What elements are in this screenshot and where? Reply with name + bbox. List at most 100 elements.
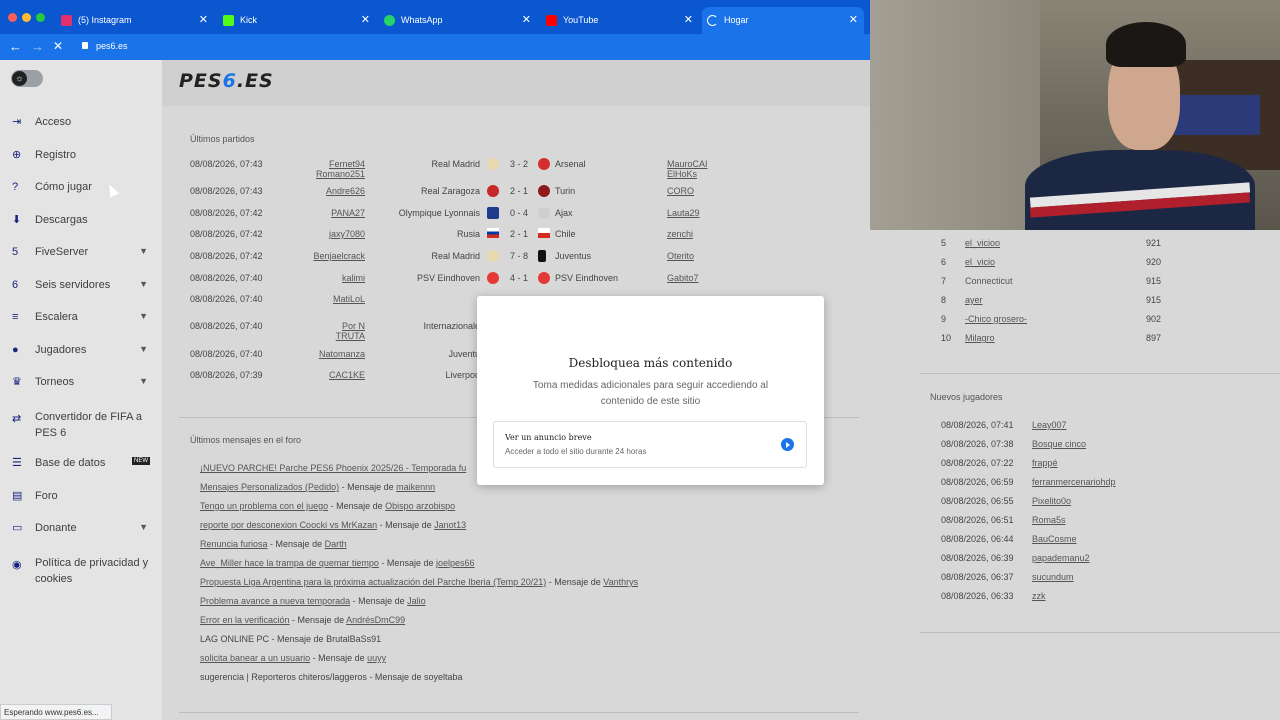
player-link[interactable]: CAC1KE xyxy=(310,370,365,380)
minimize-window-button[interactable] xyxy=(22,13,31,22)
database-icon: ☰ xyxy=(12,457,22,469)
maximize-window-button[interactable] xyxy=(36,13,45,22)
new-badge: NEW xyxy=(132,457,150,465)
forum-post[interactable]: Ave_Miller hace la trampa de quemar tiem… xyxy=(200,558,475,568)
team-badge-icon xyxy=(538,185,550,197)
tab-label: YouTube xyxy=(563,15,599,25)
sidebar-item-acceso[interactable]: ⇥ Acceso xyxy=(0,107,162,137)
player-link[interactable]: Gabito7 xyxy=(667,273,699,283)
divider xyxy=(179,712,859,713)
player-link[interactable]: ElHoKs xyxy=(667,169,697,179)
forum-post[interactable]: Problema avance a nueva temporada - Mens… xyxy=(200,596,426,606)
site-header: PES6.ES xyxy=(162,60,870,106)
sidebar-item-base-de-datos[interactable]: ☰ Base de datos NEW xyxy=(0,448,162,478)
player-link[interactable]: zzk xyxy=(1032,591,1046,601)
sidebar-item-fiveserver[interactable]: 5 FiveServer ▼ xyxy=(0,237,162,267)
player-link[interactable]: CORO xyxy=(667,186,694,196)
tab-hogar[interactable]: Hogar ✕ xyxy=(702,7,864,34)
forum-post[interactable]: Mensajes Personalizados (Pedido) - Mensa… xyxy=(200,482,435,492)
team-badge-icon xyxy=(538,250,546,262)
player-link[interactable]: papademanu2 xyxy=(1032,553,1090,563)
instagram-icon xyxy=(61,15,72,26)
site-logo[interactable]: PES6.ES xyxy=(179,70,274,92)
watch-ad-option[interactable]: Ver un anuncio breve Acceder a todo el s… xyxy=(493,421,807,468)
forum-post[interactable]: LAG ONLINE PC - Mensaje de BrutalBaSs91 xyxy=(200,634,381,644)
player-link[interactable]: Fernet94 xyxy=(310,159,365,169)
close-tab-icon[interactable]: ✕ xyxy=(522,7,531,34)
forum-post[interactable]: Error en la verificación - Mensaje de An… xyxy=(200,615,405,625)
close-tab-icon[interactable]: ✕ xyxy=(199,7,208,34)
player-link[interactable]: jaxy7080 xyxy=(310,229,365,239)
sidebar-item-convertidor[interactable]: ⇄ Convertidor de FIFA a PES 6 xyxy=(0,400,162,440)
forum-post[interactable]: Tengo un problema con el juego - Mensaje… xyxy=(200,501,455,511)
player-link[interactable]: Romano251 xyxy=(310,169,365,179)
tab-instagram[interactable]: (5) Instagram ✕ xyxy=(56,7,214,34)
player-link[interactable]: ayer xyxy=(965,295,983,305)
player-link[interactable]: Roma5s xyxy=(1032,515,1066,525)
player-link[interactable]: ferranmercenariohdp xyxy=(1032,477,1116,487)
sidebar-item-foro[interactable]: ▤ Foro xyxy=(0,481,162,511)
trophy-icon: ♛ xyxy=(12,376,22,388)
divider xyxy=(920,373,1280,374)
forum-post[interactable]: Propuesta Liga Argentina para la próxima… xyxy=(200,577,638,587)
forum-post[interactable]: ¡NUEVO PARCHE! Parche PES6 Phoenix 2025/… xyxy=(200,463,466,473)
player-link[interactable]: Bosque cinco xyxy=(1032,439,1086,449)
tab-youtube[interactable]: YouTube ✕ xyxy=(541,7,699,34)
chevron-down-icon: ▼ xyxy=(139,246,148,256)
forward-icon[interactable]: → xyxy=(31,39,44,54)
tab-label: (5) Instagram xyxy=(78,15,132,25)
player-link[interactable]: Andre626 xyxy=(310,186,365,196)
player-link[interactable]: BauCosme xyxy=(1032,534,1077,544)
forum-post[interactable]: solicita banear a un usuario - Mensaje d… xyxy=(200,653,386,663)
player-link[interactable]: el_vicioo xyxy=(965,238,1000,248)
player-link[interactable]: Pixelito0o xyxy=(1032,496,1071,506)
unlock-content-dialog: Desbloquea más contenido Toma medidas ad… xyxy=(477,296,824,485)
forum-post[interactable]: Renuncia furiosa - Mensaje de Darth xyxy=(200,539,347,549)
sidebar-item-descargas[interactable]: ⬇ Descargas xyxy=(0,205,162,235)
player-link[interactable]: MauroCAI xyxy=(667,159,708,169)
webcam-person xyxy=(1106,22,1186,67)
player-link[interactable]: PANA27 xyxy=(310,208,365,218)
close-tab-icon[interactable]: ✕ xyxy=(849,7,858,34)
player-link[interactable]: Lauta29 xyxy=(667,208,700,218)
player-link[interactable]: sucundum xyxy=(1032,572,1074,582)
close-window-button[interactable] xyxy=(8,13,17,22)
team-badge-icon xyxy=(487,158,499,170)
sidebar-item-label: Donante xyxy=(35,522,77,534)
player-link[interactable]: -Chico grosero- xyxy=(965,314,1027,324)
sidebar-item-privacidad[interactable]: ◉ Política de privacidad y cookies xyxy=(0,546,162,586)
close-tab-icon[interactable]: ✕ xyxy=(361,7,370,34)
play-icon[interactable] xyxy=(781,438,794,451)
player-link[interactable]: Natomanza xyxy=(310,349,365,359)
chevron-down-icon: ▼ xyxy=(139,522,148,532)
player-link[interactable]: MatiLoL xyxy=(310,294,365,304)
sidebar-item-escalera[interactable]: ≡ Escalera ▼ xyxy=(0,302,162,332)
player-link[interactable]: kalimi xyxy=(310,273,365,283)
player-link[interactable]: Oterito xyxy=(667,251,694,261)
forum-post[interactable]: sugerencia | Reporteros chiteros/laggero… xyxy=(200,672,463,682)
sidebar-item-torneos[interactable]: ♛ Torneos ▼ xyxy=(0,367,162,397)
tab-kick[interactable]: Kick ✕ xyxy=(218,7,376,34)
webcam-background xyxy=(870,0,1040,230)
forum-post[interactable]: reporte por desconexion Coocki vs MrKaza… xyxy=(200,520,466,530)
back-icon[interactable]: ← xyxy=(9,39,22,54)
sidebar-item-registro[interactable]: ⊕ Registro xyxy=(0,140,162,170)
close-tab-icon[interactable]: ✕ xyxy=(684,7,693,34)
stop-loading-icon[interactable]: ✕ xyxy=(53,39,63,53)
player-link[interactable]: Benjaelcrack xyxy=(310,251,365,261)
player-link[interactable]: Leay007 xyxy=(1032,420,1067,430)
url-field[interactable]: pes6.es xyxy=(96,41,128,51)
theme-toggle[interactable]: ☼ xyxy=(11,70,43,87)
player-link[interactable]: Connecticut xyxy=(965,276,1013,286)
sidebar-item-como-jugar[interactable]: ? Cómo jugar xyxy=(0,172,162,202)
player-link[interactable]: Milagro xyxy=(965,333,995,343)
player-link[interactable]: zenchi xyxy=(667,229,693,239)
sidebar-item-seis-servidores[interactable]: 6 Seis servidores ▼ xyxy=(0,270,162,300)
sidebar-item-donante[interactable]: ▭ Donante ▼ xyxy=(0,513,162,543)
tab-whatsapp[interactable]: WhatsApp ✕ xyxy=(379,7,537,34)
player-link[interactable]: TRUTA xyxy=(310,331,365,341)
player-link[interactable]: frappé xyxy=(1032,458,1058,468)
player-link[interactable]: Por N xyxy=(310,321,365,331)
player-link[interactable]: el_vicio xyxy=(965,257,995,267)
sidebar-item-jugadores[interactable]: ● Jugadores ▼ xyxy=(0,335,162,365)
